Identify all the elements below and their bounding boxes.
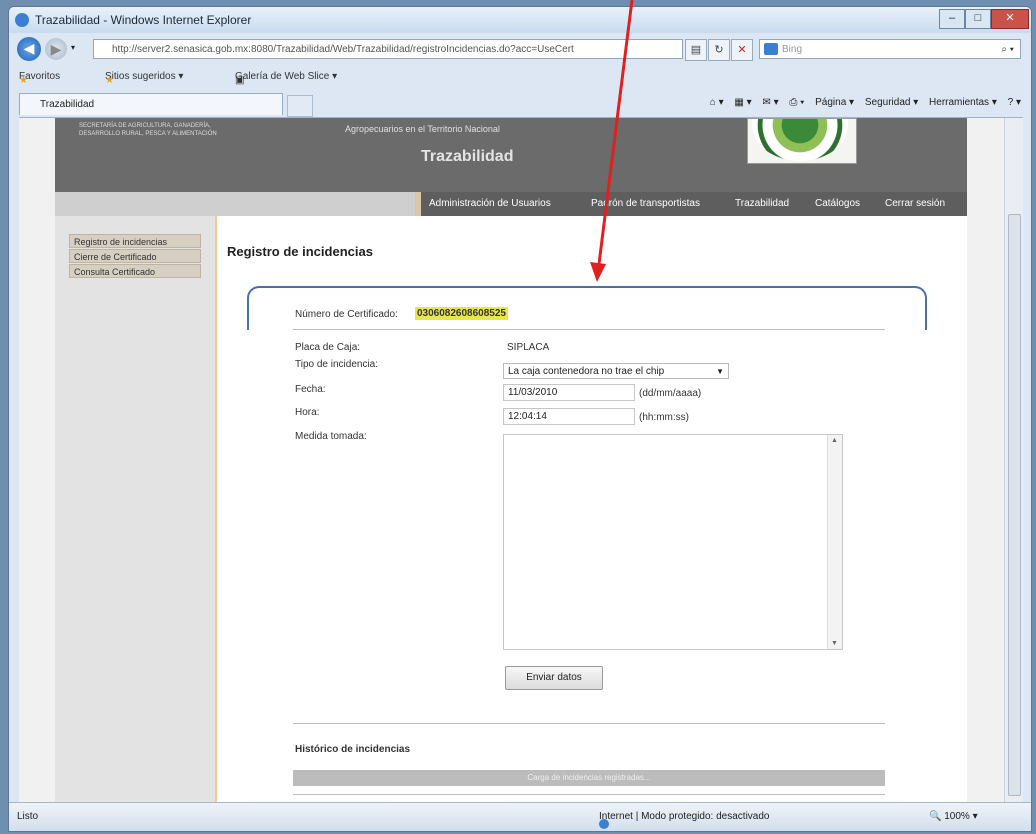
maximize-button[interactable]: □ (965, 9, 991, 29)
command-bar: ⌂ ▾ ▦ ▾ ✉ ▾ ⎙ ▾ Página ▾ Seguridad ▾ Her… (702, 97, 1021, 108)
cert-number-value: 0306082608608525 (415, 307, 508, 320)
web-page: SECRETARÍA DE AGRICULTURA, GANADERÍA, DE… (55, 118, 967, 802)
nav-padron-transportistas[interactable]: Padrón de transportistas (591, 198, 700, 209)
feeds-icon[interactable]: ▦ ▾ (734, 97, 751, 108)
help-menu[interactable]: ? ▾ (1008, 97, 1021, 108)
historico-bar: Carga de incidencias registradas... (293, 770, 885, 786)
globe-icon (599, 819, 609, 829)
mail-icon[interactable]: ✉ ▾ (762, 97, 778, 108)
forward-button[interactable]: ▶ (45, 38, 67, 60)
star-icon: ★ (19, 75, 28, 86)
medida-tomada-label: Medida tomada: (295, 431, 367, 442)
zoom-level[interactable]: 🔍 100% ▾ (929, 811, 978, 822)
sidebar-item-cierre-certificado[interactable]: Cierre de Certificado (69, 249, 201, 263)
nav-cerrar-sesion[interactable]: Cerrar sesión (885, 198, 945, 209)
status-bar: Listo Internet | Modo protegido: desacti… (9, 802, 1031, 831)
tools-menu[interactable]: Herramientas ▾ (929, 97, 997, 108)
enviar-datos-button[interactable]: Enviar datos (505, 666, 603, 690)
back-button[interactable]: ◀ (17, 37, 41, 61)
home-icon[interactable]: ⌂ ▾ (710, 97, 724, 108)
secretaria-text: SECRETARÍA DE AGRICULTURA, GANADERÍA, DE… (79, 123, 217, 137)
search-icon[interactable]: ⌕ ▾ (1001, 40, 1014, 59)
favorites-bar: ★ Favoritos ★ Sitios sugeridos ▾ ▣ Galer… (9, 67, 1031, 89)
hora-format-hint: (hh:mm:ss) (639, 412, 689, 423)
placa-value: SIPLACA (507, 342, 550, 353)
site-header: SECRETARÍA DE AGRICULTURA, GANADERÍA, DE… (55, 118, 967, 192)
page-viewport: SECRETARÍA DE AGRICULTURA, GANADERÍA, DE… (19, 117, 1023, 802)
title-bar: Trazabilidad - Windows Internet Explorer… (9, 7, 1031, 33)
web-slice-icon: ▣ (235, 75, 245, 86)
address-actions: ▤ ↻ ✕ (685, 39, 754, 61)
fecha-label: Fecha: (295, 384, 326, 395)
sidebar-item-registro-incidencias[interactable]: Registro de incidencias (69, 234, 201, 248)
browser-window: Trazabilidad - Windows Internet Explorer… (8, 6, 1032, 832)
hora-label: Hora: (295, 407, 320, 418)
nav-administracion-usuarios[interactable]: Administración de Usuarios (429, 198, 551, 209)
divider (293, 723, 885, 724)
nav-catalogos[interactable]: Catálogos (815, 198, 860, 209)
search-placeholder: Bing (782, 44, 803, 55)
page-menu[interactable]: Página ▾ (815, 97, 854, 108)
favorites-button[interactable]: ★ Favoritos (19, 71, 60, 86)
compat-view-icon[interactable]: ▤ (685, 39, 707, 61)
tab-strip: Trazabilidad ⌂ ▾ ▦ ▾ ✉ ▾ ⎙ ▾ Página ▾ Se… (9, 91, 1031, 117)
window-title: Trazabilidad - Windows Internet Explorer (35, 13, 252, 27)
history-dropdown-icon[interactable]: ▾ (71, 43, 75, 52)
historico-heading: Histórico de incidencias (295, 744, 411, 755)
sidebar-item-consulta-certificado[interactable]: Consulta Certificado (69, 264, 201, 278)
add-favorite-icon: ★ (105, 75, 114, 86)
divider (293, 794, 885, 795)
ie-icon (15, 13, 29, 27)
fecha-input[interactable]: 11/03/2010 (503, 384, 635, 401)
tab-trazabilidad[interactable]: Trazabilidad (19, 93, 283, 115)
placa-label: Placa de Caja: (295, 342, 361, 353)
search-input[interactable]: Bing ⌕ ▾ (759, 39, 1021, 59)
close-button[interactable]: ✕ (991, 9, 1029, 29)
tipo-incidencia-select[interactable]: La caja contenedora no trae el chip ▼ (503, 363, 729, 379)
new-tab-button[interactable] (287, 95, 313, 117)
main-nav: Administración de Usuarios Padrón de tra… (55, 192, 967, 216)
sidebar: Registro de incidencias Cierre de Certif… (55, 216, 217, 802)
navigation-bar: ◀ ▶ ▾ http://server2.senasica.gob.mx:808… (9, 35, 1031, 65)
print-icon[interactable]: ⎙ ▾ (789, 97, 804, 108)
chevron-down-icon: ▼ (716, 367, 724, 376)
refresh-icon[interactable]: ↻ (708, 39, 730, 61)
senasica-logo (747, 118, 857, 164)
scrollbar-thumb[interactable] (1008, 214, 1021, 796)
tipo-incidencia-label: Tipo de incidencia: (295, 359, 379, 370)
tipo-incidencia-value: La caja contenedora no trae el chip (508, 366, 665, 377)
security-menu[interactable]: Seguridad ▾ (865, 97, 918, 108)
textarea-scrollbar[interactable]: ▲ ▼ (827, 435, 842, 649)
cert-number-label: Número de Certificado: (295, 309, 398, 320)
nav-trazabilidad[interactable]: Trazabilidad (735, 198, 789, 209)
status-text: Listo (17, 811, 39, 822)
sitios-sugeridos-link[interactable]: ★ Sitios sugeridos ▾ (105, 71, 183, 86)
vertical-scrollbar[interactable] (1004, 118, 1023, 802)
stop-icon[interactable]: ✕ (731, 39, 753, 61)
medida-tomada-textarea[interactable]: ▲ ▼ (503, 434, 843, 650)
site-title: Trazabilidad (421, 148, 514, 165)
header-subtitle: Agropecuarios en el Territorio Nacional (345, 124, 500, 134)
page-title: Registro de incidencias (227, 244, 373, 259)
divider (293, 329, 885, 330)
main-content: Registro de incidencias Número de Certif… (217, 216, 967, 802)
address-input[interactable]: http://server2.senasica.gob.mx:8080/Traz… (93, 39, 683, 59)
fecha-format-hint: (dd/mm/aaaa) (639, 388, 702, 399)
hora-input[interactable]: 12:04:14 (503, 408, 635, 425)
minimize-button[interactable]: – (939, 9, 965, 29)
security-zone: Internet | Modo protegido: desactivado (599, 811, 769, 829)
annotation-bracket (247, 286, 927, 330)
bing-icon (764, 43, 778, 55)
galeria-web-slice-link[interactable]: ▣ Galería de Web Slice ▾ (235, 71, 337, 86)
